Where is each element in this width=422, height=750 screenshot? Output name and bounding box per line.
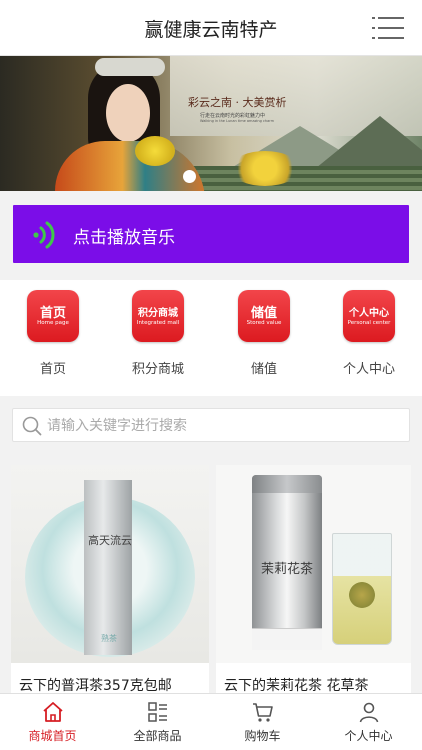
tea-glass-shape [332, 533, 392, 645]
bottom-tab-bar: 商城首页 全部商品 购物车 个人中心 [0, 693, 422, 750]
banner-headdress [95, 58, 165, 76]
banner-carousel[interactable]: 彩云之南 · 大美赏析 行走在云南时光的彩虹魅力中 Walking in the… [0, 56, 422, 191]
tea-can-shape: 茉莉花茶 [252, 475, 322, 650]
banner-caption: 彩云之南 · 大美赏析 [188, 96, 287, 109]
product-image-jasmine: 茉莉花茶 [216, 465, 411, 663]
product-card[interactable]: 高天流云 熟茶 云下的普洱茶357克包邮 [11, 465, 209, 693]
sound-wave-icon [33, 221, 55, 249]
play-music-label: 点击播放音乐 [73, 228, 175, 248]
tab-label: 个人中心 [344, 729, 393, 743]
package-text: 茉莉花茶 [260, 562, 313, 577]
package-text: 高天流云 [88, 534, 132, 547]
points-mall-tile-icon: 积分商城 Integrated mall [132, 290, 184, 342]
stored-value-tile-icon: 储值 Stored value [238, 290, 290, 342]
nav-item-label: 首页 [39, 362, 66, 377]
product-grid: 高天流云 熟茶 云下的普洱茶357克包邮 茉莉花茶 云下的茉莉花茶 花草茶 [0, 465, 422, 693]
tab-personal-center[interactable]: 个人中心 [316, 694, 421, 750]
product-image-puer: 高天流云 熟茶 [11, 465, 209, 663]
nav-item-personal-center[interactable]: 个人中心 Personal center 个人中心 [329, 290, 409, 390]
search-bar[interactable] [12, 408, 410, 442]
banner-flowers [230, 151, 300, 186]
tab-all-products[interactable]: 全部商品 [105, 694, 210, 750]
search-input[interactable] [47, 414, 397, 438]
tea-cake-wrapper-strip: 高天流云 [84, 480, 132, 655]
play-music-button[interactable]: 点击播放音乐 [13, 205, 409, 263]
banner-terraces [180, 166, 422, 191]
home-icon [43, 702, 63, 722]
carousel-indicator-dot[interactable] [183, 170, 196, 183]
banner-model-costume [55, 141, 205, 191]
nav-item-label: 个人中心 [342, 362, 395, 377]
home-tile-icon: 首页 Home page [27, 290, 79, 342]
nav-item-label: 储值 [250, 362, 277, 377]
tab-label: 商城首页 [28, 729, 77, 743]
tab-cart[interactable]: 购物车 [210, 694, 315, 750]
product-name: 云下的茉莉花茶 花草茶 [224, 678, 369, 693]
menu-list-icon[interactable] [372, 16, 404, 40]
nav-item-label: 积分商城 [131, 362, 184, 377]
product-name: 云下的普洱茶357克包邮 [19, 678, 172, 693]
page-title: 赢健康云南特产 [144, 19, 278, 41]
person-icon [359, 702, 379, 723]
category-list-icon [148, 702, 167, 722]
tab-label: 购物车 [244, 729, 281, 743]
tab-mall-home[interactable]: 商城首页 [0, 694, 105, 750]
banner-bouquet [135, 136, 175, 166]
nav-item-stored-value[interactable]: 储值 Stored value 储值 [224, 290, 304, 390]
wrapper-text: 熟茶 [101, 634, 117, 643]
quick-nav: 首页 Home page 首页 积分商城 Integrated mall 积分商… [0, 280, 422, 396]
nav-item-points-mall[interactable]: 积分商城 Integrated mall 积分商城 [118, 290, 198, 390]
cart-icon [253, 703, 273, 722]
banner-model-face [106, 84, 150, 142]
banner-caption-english: Walking in the Lunan time amazing charm [200, 119, 275, 123]
tab-label: 全部商品 [133, 729, 182, 743]
search-icon [22, 416, 42, 436]
app-header: 赢健康云南特产 [0, 0, 422, 56]
product-card[interactable]: 茉莉花茶 云下的茉莉花茶 花草茶 [216, 465, 411, 693]
banner-subcaption: 行走在云南时光的彩虹魅力中 [200, 113, 266, 119]
personal-center-tile-icon: 个人中心 Personal center [343, 290, 395, 342]
nav-item-home[interactable]: 首页 Home page 首页 [13, 290, 93, 390]
